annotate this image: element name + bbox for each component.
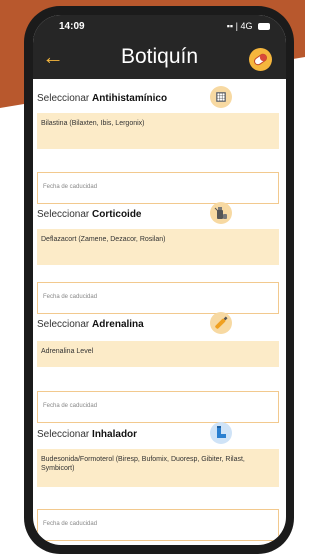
expiry-date-input[interactable]: Fecha de caducidad <box>37 391 279 423</box>
drug-selection[interactable]: Budesonida/Formoterol (Biresp, Bufomix, … <box>37 449 279 487</box>
antihistamine-pills-icon <box>209 85 233 109</box>
label-prefix: Seleccionar <box>37 93 90 104</box>
pill-icon-button[interactable] <box>249 48 272 71</box>
status-time: 14:09 <box>59 21 85 32</box>
drug-selection[interactable]: Bilastina (Bilaxten, Ibis, Lergonix) <box>37 113 279 149</box>
status-bar: 14:09 ▪▪ | 4G <box>33 15 286 39</box>
pill-icon <box>254 53 267 66</box>
section-label[interactable]: Seleccionar Adrenalina <box>37 319 144 330</box>
expiry-date-input[interactable]: Fecha de caducidad <box>37 282 279 314</box>
adrenaline-pen-icon <box>209 311 233 335</box>
signal-icon: ▪▪ | <box>226 21 238 31</box>
label-name: Inhalador <box>92 429 138 440</box>
app-screen: 14:09 ▪▪ | 4G ← Botiquín Seleccionar Ant… <box>33 15 286 545</box>
label-name: Antihistamínico <box>92 93 168 104</box>
status-right: ▪▪ | 4G <box>227 21 270 31</box>
inhaler-icon <box>209 421 233 445</box>
corticoid-bottle-icon <box>209 201 233 225</box>
label-name: Adrenalina <box>92 319 144 330</box>
network-type: 4G <box>240 21 253 31</box>
battery-icon <box>258 23 270 31</box>
section-label[interactable]: Seleccionar Antihistamínico <box>37 93 167 104</box>
section-label[interactable]: Seleccionar Corticoide <box>37 209 142 220</box>
expiry-date-input[interactable]: Fecha de caducidad <box>37 509 279 541</box>
expiry-date-input[interactable]: Fecha de caducidad <box>37 172 279 204</box>
label-prefix: Seleccionar <box>37 429 90 440</box>
app-header: ← Botiquín <box>33 39 286 79</box>
drug-selection[interactable]: Adrenalina Level <box>37 341 279 367</box>
section-label[interactable]: Seleccionar Inhalador <box>37 429 137 440</box>
drug-selection[interactable]: Deflazacort (Zamene, Dezacor, Rosilan) <box>37 229 279 265</box>
label-prefix: Seleccionar <box>37 319 90 330</box>
label-prefix: Seleccionar <box>37 209 90 220</box>
label-name: Corticoide <box>92 209 142 220</box>
